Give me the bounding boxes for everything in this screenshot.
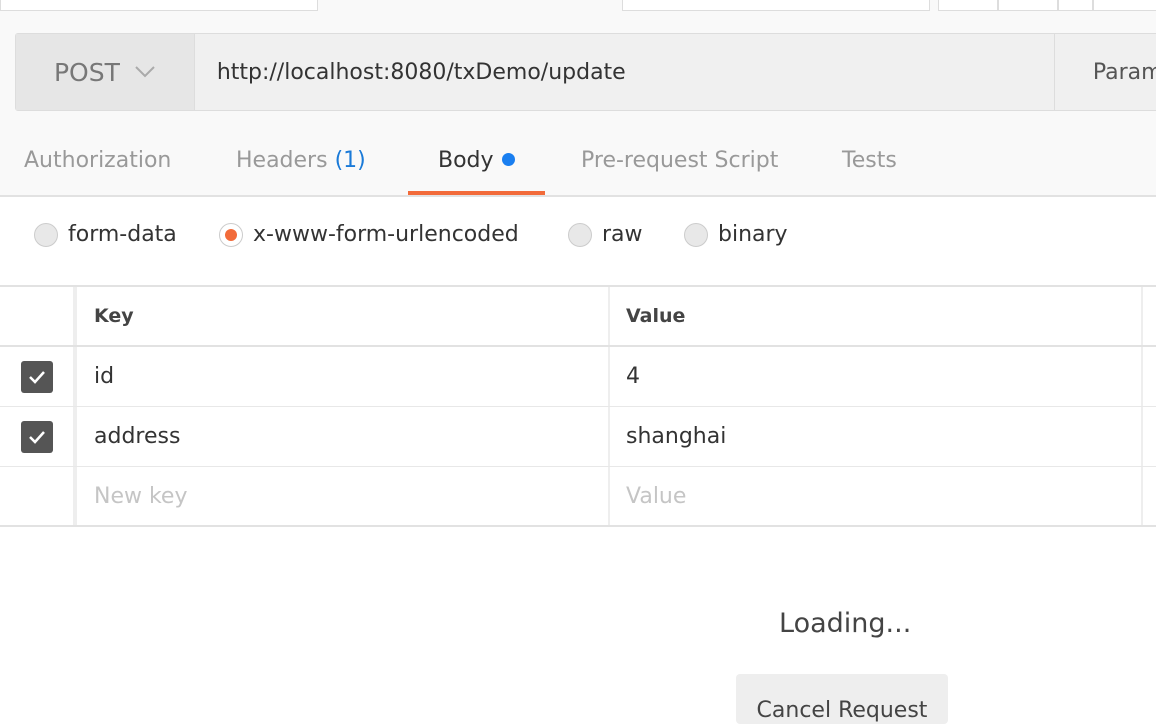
tab-label: Pre-request Script bbox=[581, 148, 779, 173]
checkbox[interactable] bbox=[20, 360, 53, 393]
radio-circle-icon bbox=[684, 222, 708, 247]
radio-binary[interactable]: binary bbox=[684, 222, 788, 247]
radio-circle-icon bbox=[568, 222, 592, 247]
value-cell[interactable]: shanghai bbox=[612, 407, 1143, 466]
checkmark-icon bbox=[28, 370, 45, 384]
radio-raw[interactable]: raw bbox=[568, 222, 643, 247]
radio-x-www-form-urlencoded[interactable]: x-www-form-urlencoded bbox=[219, 222, 519, 247]
tab-pre-request-script[interactable]: Pre-request Script bbox=[581, 130, 778, 195]
top-tab[interactable] bbox=[938, 0, 998, 11]
top-tab[interactable] bbox=[622, 0, 930, 11]
chevron-down-icon bbox=[135, 66, 155, 78]
tab-headers[interactable]: Headers (1) bbox=[236, 130, 366, 195]
tab-label: Body bbox=[438, 148, 494, 173]
modified-dot-icon bbox=[501, 153, 515, 166]
params-table: Key Value id 4 address shanghai New key … bbox=[0, 285, 1156, 527]
tab-body[interactable]: Body bbox=[408, 130, 545, 195]
top-tab[interactable] bbox=[998, 0, 1058, 11]
header-check-col bbox=[0, 287, 77, 345]
request-tabs: Authorization Headers (1) Body Pre-reque… bbox=[0, 130, 1156, 197]
top-tab[interactable] bbox=[1093, 0, 1156, 11]
headers-count: (1) bbox=[334, 148, 366, 173]
loading-text: Loading... bbox=[779, 608, 912, 639]
method-select[interactable]: POST bbox=[16, 34, 195, 110]
key-cell[interactable]: id bbox=[80, 347, 610, 406]
cancel-request-button[interactable]: Cancel Request bbox=[736, 674, 948, 724]
top-tab[interactable] bbox=[0, 0, 318, 11]
table-header: Key Value bbox=[0, 285, 1156, 347]
radio-label: form-data bbox=[68, 222, 177, 247]
check-cell bbox=[0, 347, 77, 406]
top-tab[interactable] bbox=[1058, 0, 1093, 11]
radio-selected-icon bbox=[219, 222, 243, 247]
radio-form-data[interactable]: form-data bbox=[34, 222, 177, 247]
tab-label: Headers bbox=[236, 148, 328, 173]
tab-authorization[interactable]: Authorization bbox=[24, 130, 171, 195]
new-key-input[interactable]: New key bbox=[80, 467, 610, 525]
checkbox[interactable] bbox=[20, 420, 53, 453]
key-cell[interactable]: address bbox=[80, 407, 610, 466]
radio-circle-icon bbox=[34, 222, 58, 247]
radio-label: raw bbox=[602, 222, 643, 247]
check-cell bbox=[0, 407, 77, 466]
radio-label: x-www-form-urlencoded bbox=[253, 222, 519, 247]
check-cell bbox=[0, 467, 77, 525]
method-label: POST bbox=[53, 57, 120, 87]
tab-label: Authorization bbox=[24, 148, 172, 173]
url-input[interactable]: http://localhost:8080/txDemo/update bbox=[195, 34, 1055, 110]
header-key: Key bbox=[80, 287, 610, 345]
new-value-input[interactable]: Value bbox=[612, 467, 1143, 525]
radio-label: binary bbox=[718, 222, 788, 247]
table-row: id 4 bbox=[0, 347, 1156, 407]
value-cell[interactable]: 4 bbox=[612, 347, 1143, 406]
table-row-new: New key Value bbox=[0, 467, 1156, 527]
params-button[interactable]: Params bbox=[1055, 34, 1156, 110]
url-bar: POST http://localhost:8080/txDemo/update… bbox=[15, 33, 1156, 111]
tab-label: Tests bbox=[842, 148, 897, 173]
header-value: Value bbox=[612, 287, 1143, 345]
table-row: address shanghai bbox=[0, 407, 1156, 467]
tab-tests[interactable]: Tests bbox=[842, 130, 897, 195]
checkmark-icon bbox=[28, 430, 45, 444]
